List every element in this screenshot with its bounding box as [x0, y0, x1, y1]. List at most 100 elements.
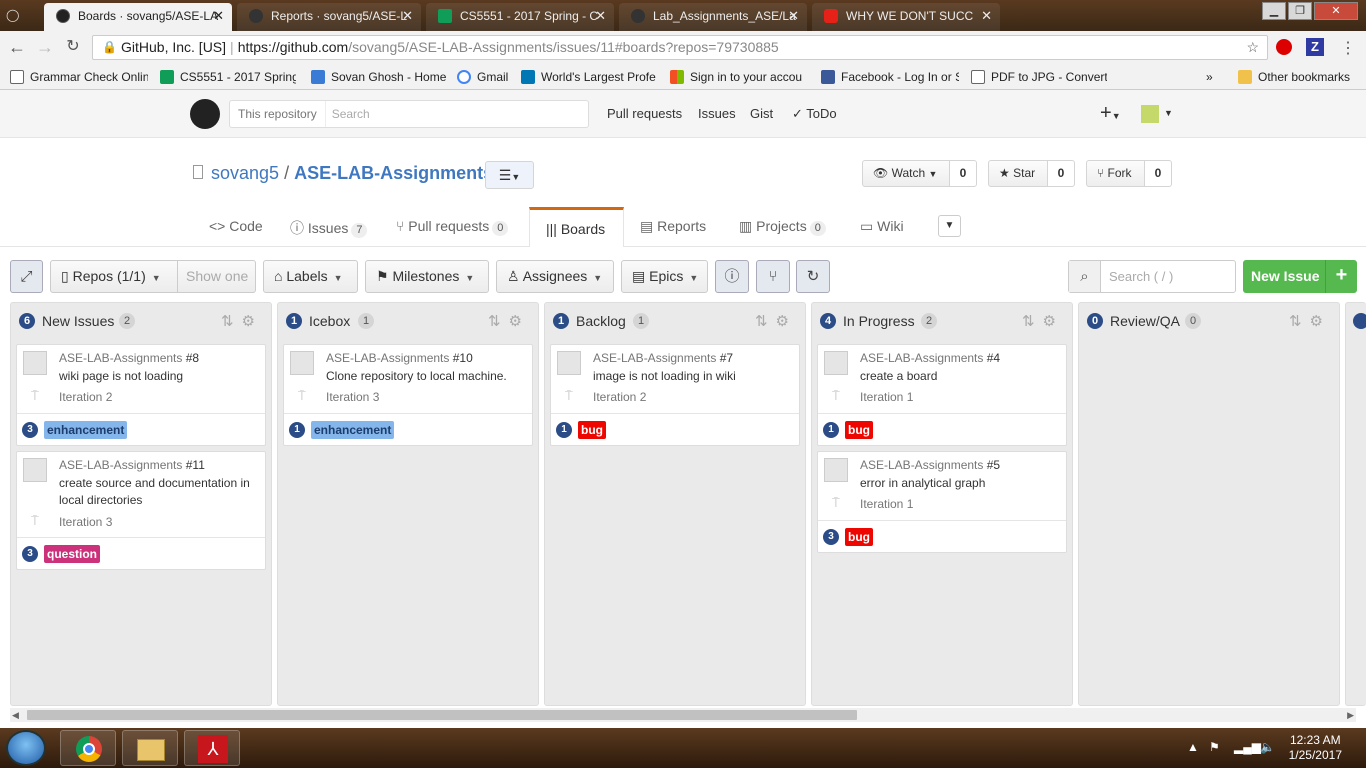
- github-search-input[interactable]: This repository Search: [229, 100, 589, 128]
- board-horizontal-scrollbar[interactable]: ◀ ▶: [10, 708, 1356, 722]
- bookmark-item[interactable]: World's Largest Profe: [521, 68, 659, 86]
- close-tab-icon[interactable]: ✕: [595, 3, 606, 29]
- fork-button[interactable]: ⑂ Fork: [1086, 160, 1145, 187]
- chrome-menu-icon[interactable]: ⋮: [1340, 38, 1356, 58]
- address-bar[interactable]: 🔒 GitHub, Inc. [US] | https://github.com/s…: [92, 35, 1268, 60]
- issue-card[interactable]: ASE-LAB-Assignments #4 create a board ⍑ …: [817, 344, 1067, 446]
- gear-icon[interactable]: ⚙: [1310, 313, 1331, 330]
- gear-icon[interactable]: ⚙: [1043, 313, 1064, 330]
- new-issue-button[interactable]: New Issue +: [1243, 260, 1357, 293]
- tab-code[interactable]: <> Code: [209, 218, 263, 234]
- card-label[interactable]: enhancement: [311, 421, 395, 439]
- close-window-icon[interactable]: ✕: [1314, 2, 1358, 20]
- star-button[interactable]: ★ Star: [988, 160, 1048, 187]
- sort-icon[interactable]: ⇅: [221, 313, 242, 330]
- sort-icon[interactable]: ⇅: [755, 313, 776, 330]
- tab-boards[interactable]: ||| Boards: [529, 207, 624, 248]
- back-icon[interactable]: ←: [6, 37, 28, 57]
- card-label[interactable]: bug: [845, 528, 873, 546]
- avatar[interactable]: [1141, 105, 1159, 123]
- start-button-icon[interactable]: [6, 730, 46, 766]
- forward-icon[interactable]: →: [34, 37, 56, 57]
- zotero-extension-icon[interactable]: Z: [1306, 38, 1324, 56]
- issue-card[interactable]: ASE-LAB-Assignments #11 create source an…: [16, 451, 266, 570]
- tab-issues[interactable]: ⓘ Issues 7: [290, 218, 368, 238]
- browser-tab[interactable]: Reports · sovang5/ASE-L ✕: [237, 3, 421, 31]
- gear-icon[interactable]: ⚙: [509, 313, 530, 330]
- tab-reports[interactable]: ▤ Reports: [640, 218, 706, 235]
- card-label[interactable]: question: [44, 545, 100, 563]
- fullscreen-icon[interactable]: ⤢: [10, 260, 43, 293]
- card-title[interactable]: create source and documentation in local…: [59, 475, 259, 509]
- card-title[interactable]: error in analytical graph: [860, 475, 1060, 492]
- acrobat-taskbar-icon[interactable]: ⅄: [184, 730, 240, 766]
- bookmark-item[interactable]: Sovan Ghosh - Home: [311, 68, 447, 86]
- bookmark-item[interactable]: Grammar Check Onlin: [10, 68, 148, 86]
- card-title[interactable]: wiki page is not loading: [59, 368, 259, 385]
- sort-icon[interactable]: ⇅: [1289, 313, 1310, 330]
- minimize-icon[interactable]: ▁: [1262, 2, 1286, 20]
- nav-gist[interactable]: Gist: [750, 106, 773, 121]
- gear-icon[interactable]: ⚙: [242, 313, 263, 330]
- adblock-extension-icon[interactable]: [1276, 39, 1292, 55]
- close-tab-icon[interactable]: ✕: [981, 3, 992, 29]
- card-title[interactable]: image is not loading in wiki: [593, 368, 793, 385]
- nav-pull-requests[interactable]: Pull requests: [607, 106, 682, 121]
- card-number[interactable]: #8: [186, 351, 199, 365]
- bookmark-item[interactable]: PDF to JPG - Convert: [971, 68, 1107, 86]
- watch-count[interactable]: 0: [949, 160, 977, 187]
- card-title[interactable]: create a board: [860, 368, 1060, 385]
- close-tab-icon[interactable]: ✕: [788, 3, 799, 29]
- create-new-dropdown[interactable]: +▼: [1100, 102, 1121, 125]
- nav-issues[interactable]: Issues: [698, 106, 736, 121]
- sort-icon[interactable]: ⇅: [488, 313, 509, 330]
- github-logo-icon[interactable]: [190, 99, 220, 129]
- closed-filter-icon[interactable]: ↻: [796, 260, 830, 293]
- chrome-menu-icon[interactable]: ◯: [6, 8, 24, 22]
- scroll-left-icon[interactable]: ◀: [12, 708, 19, 722]
- explorer-taskbar-icon[interactable]: [122, 730, 178, 766]
- card-number[interactable]: #10: [453, 351, 473, 365]
- issue-card[interactable]: ASE-LAB-Assignments #10 Clone repository…: [283, 344, 533, 446]
- epics-filter-button[interactable]: ▤ Epics ▼: [621, 260, 708, 293]
- repo-owner-link[interactable]: sovang5: [211, 163, 279, 183]
- board-search[interactable]: ⌕ Search ( / ): [1068, 260, 1236, 293]
- bookmark-item[interactable]: Gmail: [457, 68, 513, 86]
- labels-filter-button[interactable]: ⌂ Labels ▼: [263, 260, 358, 293]
- issue-card[interactable]: ASE-LAB-Assignments #8 wiki page is not …: [16, 344, 266, 446]
- network-icon[interactable]: ▂▄▆: [1234, 740, 1261, 754]
- browser-tab[interactable]: WHY WE DON'T SUCC ✕: [812, 3, 1000, 31]
- chrome-taskbar-icon[interactable]: [60, 730, 116, 766]
- fork-count[interactable]: 0: [1144, 160, 1172, 187]
- scroll-right-icon[interactable]: ▶: [1347, 708, 1354, 722]
- show-one-button[interactable]: Show one: [177, 260, 256, 293]
- repos-filter-button[interactable]: ▯ Repos (1/1) ▼: [50, 260, 178, 293]
- card-number[interactable]: #4: [987, 351, 1000, 365]
- card-label[interactable]: bug: [845, 421, 873, 439]
- issue-filter-icon[interactable]: ⓘ: [715, 260, 749, 293]
- other-bookmarks[interactable]: Other bookmarks: [1238, 68, 1362, 86]
- system-clock[interactable]: 12:23 AM 1/25/2017: [1289, 733, 1342, 763]
- tab-pull-requests[interactable]: ⑂ Pull requests 0: [396, 218, 509, 236]
- volume-icon[interactable]: 🔈: [1260, 740, 1275, 754]
- card-number[interactable]: #5: [987, 458, 1000, 472]
- card-number[interactable]: #7: [720, 351, 733, 365]
- tab-wiki[interactable]: ▭ Wiki: [860, 218, 904, 235]
- tab-projects[interactable]: ▥ Projects 0: [739, 218, 826, 236]
- card-number[interactable]: #11: [186, 458, 205, 472]
- browser-tab[interactable]: Boards · sovang5/ASE-LA ✕: [44, 3, 232, 31]
- repo-menu-button[interactable]: ☰▼: [485, 161, 534, 189]
- reload-icon[interactable]: ↻: [62, 37, 84, 57]
- repo-name-link[interactable]: ASE-LAB-Assignments: [294, 163, 493, 183]
- watch-button[interactable]: 👁 Watch ▼: [862, 160, 950, 187]
- bookmark-item[interactable]: CS5551 - 2017 Spring: [160, 68, 296, 86]
- sort-icon[interactable]: ⇅: [1022, 313, 1043, 330]
- maximize-icon[interactable]: ❐: [1288, 2, 1312, 20]
- gear-icon[interactable]: ⚙: [776, 313, 797, 330]
- close-tab-icon[interactable]: ✕: [213, 3, 224, 29]
- scrollbar-thumb[interactable]: [27, 710, 857, 720]
- issue-card[interactable]: ASE-LAB-Assignments #7 image is not load…: [550, 344, 800, 446]
- bookmark-item[interactable]: Sign in to your accou: [670, 68, 810, 86]
- action-center-icon[interactable]: ⚑: [1209, 740, 1220, 754]
- milestones-filter-button[interactable]: ⚑ Milestones ▼: [365, 260, 489, 293]
